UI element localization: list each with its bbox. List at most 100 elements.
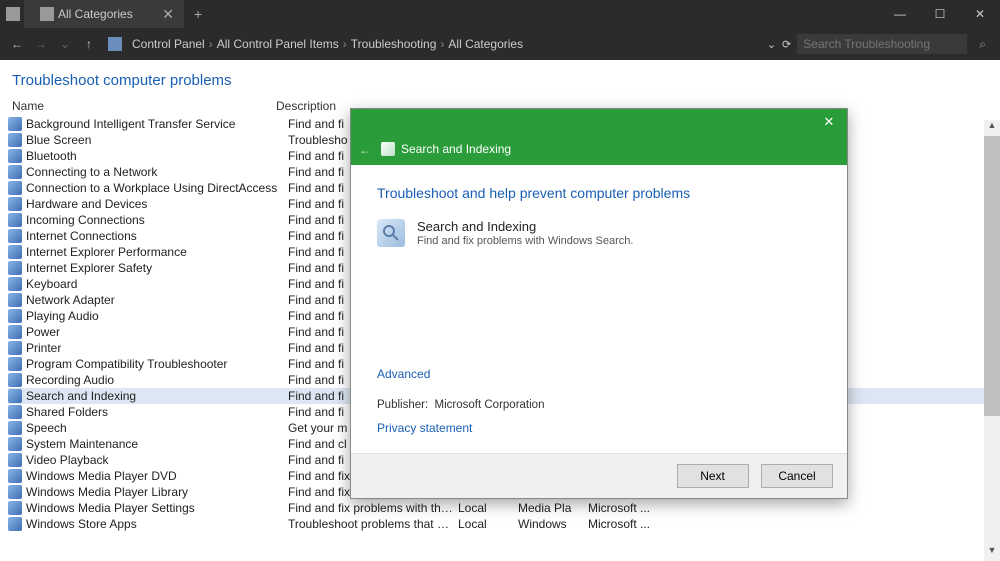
- search-indexing-icon: [377, 219, 405, 247]
- back-button[interactable]: ←: [8, 37, 26, 51]
- new-tab-button[interactable]: +: [194, 6, 202, 22]
- item-name: Windows Media Player DVD: [26, 469, 288, 483]
- item-name: Speech: [26, 421, 288, 435]
- list-item[interactable]: Windows Store AppsTroubleshoot problems …: [8, 516, 992, 532]
- window-controls: — ☐ ✕: [880, 7, 1000, 21]
- troubleshooter-icon: [8, 405, 22, 419]
- tab-title: All Categories: [58, 7, 133, 21]
- troubleshooter-icon: [8, 165, 22, 179]
- publisher-label: Publisher:: [377, 399, 428, 411]
- vertical-scrollbar[interactable]: ▲ ▼: [984, 120, 1000, 561]
- breadcrumb-segment[interactable]: Control Panel: [132, 37, 205, 51]
- item-name: Internet Connections: [26, 229, 288, 243]
- troubleshooter-icon: [8, 373, 22, 387]
- item-name: Search and Indexing: [26, 389, 288, 403]
- dialog-title-icon: [381, 142, 395, 156]
- item-name: Connection to a Workplace Using DirectAc…: [26, 181, 288, 195]
- breadcrumb-segment[interactable]: Troubleshooting: [351, 37, 437, 51]
- tab-page-icon: [40, 7, 54, 21]
- app-icon: [6, 7, 20, 21]
- troubleshooter-icon: [8, 501, 22, 515]
- cancel-button[interactable]: Cancel: [761, 464, 833, 488]
- scroll-thumb[interactable]: [984, 136, 1000, 416]
- item-category: Windows: [518, 517, 588, 531]
- item-name: Background Intelligent Transfer Service: [26, 117, 288, 131]
- browser-tab[interactable]: All Categories ✕: [24, 0, 184, 28]
- item-name: Connecting to a Network: [26, 165, 288, 179]
- troubleshooter-icon: [8, 485, 22, 499]
- publisher-info: Publisher: Microsoft Corporation: [377, 399, 821, 411]
- advanced-link[interactable]: Advanced: [377, 367, 430, 381]
- chevron-right-icon[interactable]: ›: [343, 37, 347, 51]
- breadcrumb-root-icon: [108, 37, 122, 51]
- breadcrumb-segment[interactable]: All Categories: [448, 37, 523, 51]
- item-name: Recording Audio: [26, 373, 288, 387]
- troubleshooter-icon: [8, 469, 22, 483]
- troubleshooter-icon: [8, 197, 22, 211]
- item-name: Shared Folders: [26, 405, 288, 419]
- scroll-down-button[interactable]: ▼: [984, 545, 1000, 561]
- breadcrumb-segment[interactable]: All Control Panel Items: [217, 37, 339, 51]
- troubleshooter-icon: [8, 453, 22, 467]
- dialog-back-button[interactable]: ←: [359, 143, 371, 157]
- item-publisher: Microsoft ...: [588, 501, 678, 515]
- forward-button[interactable]: →: [32, 37, 50, 51]
- item-description: Find and fix problems with the Wi...: [288, 501, 458, 515]
- troubleshooter-icon: [8, 261, 22, 275]
- troubleshooter-icon: [8, 421, 22, 435]
- item-name: Keyboard: [26, 277, 288, 291]
- item-name: Printer: [26, 341, 288, 355]
- item-name: Internet Explorer Safety: [26, 261, 288, 275]
- up-button[interactable]: ↑: [80, 37, 98, 51]
- troubleshooter-icon: [8, 229, 22, 243]
- troubleshooter-icon: [8, 325, 22, 339]
- dialog-titlebar[interactable]: ✕ ← Search and Indexing: [351, 109, 847, 165]
- item-category: Media Pla: [518, 501, 588, 515]
- tab-close-button[interactable]: ✕: [162, 6, 174, 23]
- item-name: Windows Media Player Settings: [26, 501, 288, 515]
- breadcrumb: Control Panel›All Control Panel Items›Tr…: [132, 37, 761, 51]
- privacy-link[interactable]: Privacy statement: [377, 421, 472, 435]
- maximize-button[interactable]: ☐: [920, 7, 960, 21]
- item-name: Playing Audio: [26, 309, 288, 323]
- search-input[interactable]: [797, 34, 967, 54]
- search-icon[interactable]: ⌕: [973, 37, 992, 52]
- troubleshooter-icon: [8, 309, 22, 323]
- item-name: Bluetooth: [26, 149, 288, 163]
- item-name: Internet Explorer Performance: [26, 245, 288, 259]
- chevron-right-icon[interactable]: ›: [440, 37, 444, 51]
- close-window-button[interactable]: ✕: [960, 7, 1000, 21]
- dialog-close-button[interactable]: ✕: [819, 114, 839, 130]
- item-name: Windows Media Player Library: [26, 485, 288, 499]
- troubleshooter-icon: [8, 357, 22, 371]
- minimize-button[interactable]: —: [880, 7, 920, 21]
- item-name: System Maintenance: [26, 437, 288, 451]
- navigation-bar: ← → ⌄ ↑ Control Panel › All Control Panel …: [0, 28, 1000, 60]
- item-description: Troubleshoot problems that may ...: [288, 517, 458, 531]
- item-name: Hardware and Devices: [26, 197, 288, 211]
- item-name: Blue Screen: [26, 133, 288, 147]
- dialog-heading: Troubleshoot and help prevent computer p…: [377, 185, 821, 201]
- list-item[interactable]: Windows Media Player SettingsFind and fi…: [8, 500, 992, 516]
- publisher-value: Microsoft Corporation: [435, 399, 545, 411]
- troubleshooter-icon: [8, 517, 22, 531]
- troubleshooter-icon: [8, 437, 22, 451]
- item-location: Local: [458, 517, 518, 531]
- item-name: Video Playback: [26, 453, 288, 467]
- scroll-up-button[interactable]: ▲: [984, 120, 1000, 136]
- dialog-body: Troubleshoot and help prevent computer p…: [351, 165, 847, 453]
- item-name: Incoming Connections: [26, 213, 288, 227]
- next-button[interactable]: Next: [677, 464, 749, 488]
- recent-dropdown[interactable]: ⌄: [56, 37, 74, 51]
- dialog-title: Search and Indexing: [401, 142, 511, 156]
- item-name: Program Compatibility Troubleshooter: [26, 357, 288, 371]
- chevron-right-icon[interactable]: ›: [209, 37, 213, 51]
- address-dropdown[interactable]: ⌄: [767, 38, 776, 51]
- refresh-button[interactable]: ⟳: [782, 38, 791, 51]
- troubleshooter-icon: [8, 149, 22, 163]
- item-name: Network Adapter: [26, 293, 288, 307]
- item-location: Local: [458, 501, 518, 515]
- troubleshooter-icon: [8, 117, 22, 131]
- column-name[interactable]: Name: [8, 99, 276, 113]
- page-title: Troubleshoot computer problems: [0, 60, 1000, 97]
